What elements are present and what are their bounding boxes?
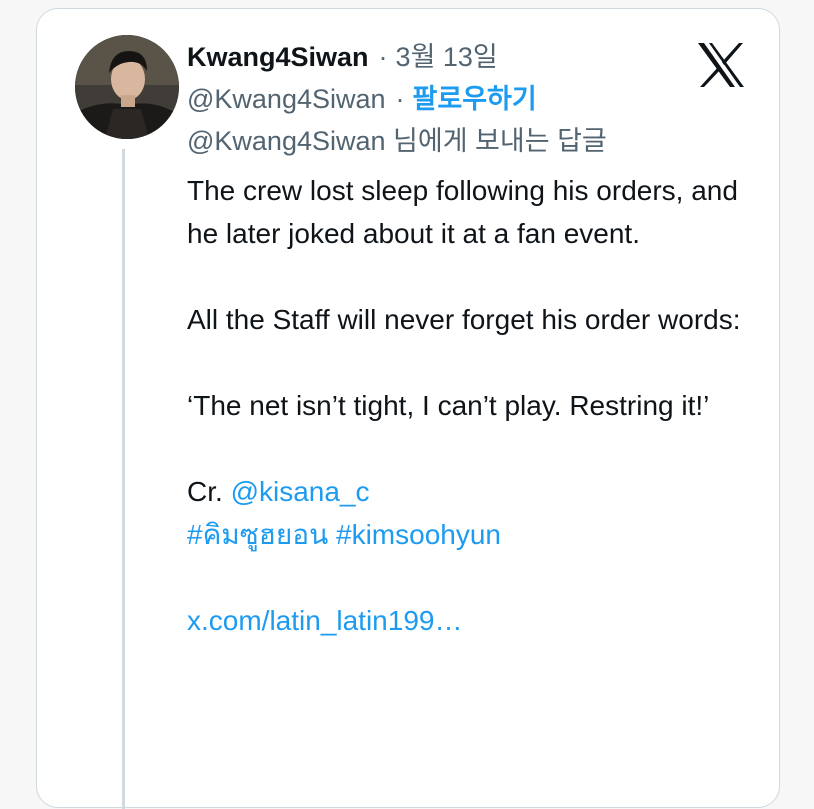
credit-line: Cr. @kisana_c xyxy=(187,470,747,513)
tweet-paragraph: ‘The net isn’t tight, I can’t play. Rest… xyxy=(187,390,710,421)
reply-to-label: @Kwang4Siwan 님에게 보내는 답글 xyxy=(187,126,607,156)
hashtag-link[interactable]: #kimsoohyun xyxy=(336,519,501,550)
hashtag-link[interactable]: #คิมซูฮยอน xyxy=(187,519,328,550)
follow-button[interactable]: 팔로우하기 xyxy=(413,77,537,116)
tweet-content: Kwang4Siwan · 3월 13일 @Kwang4Siwan · 팔로우하… xyxy=(187,35,747,642)
x-logo-icon[interactable] xyxy=(695,39,747,91)
thread-line xyxy=(122,149,125,809)
hashtag-line: #คิมซูฮยอน #kimsoohyun xyxy=(187,513,747,556)
avatar[interactable] xyxy=(75,35,179,139)
reply-to-row: @Kwang4Siwan 님에게 보내는 답글 xyxy=(187,119,747,161)
tweet-body: The crew lost sleep following his orders… xyxy=(187,169,747,642)
display-name[interactable]: Kwang4Siwan xyxy=(187,42,369,73)
separator-dot: · xyxy=(395,84,405,114)
credit-prefix: Cr. xyxy=(187,476,223,507)
tweet-date[interactable]: 3월 13일 xyxy=(396,35,498,74)
tweet-card[interactable]: Kwang4Siwan · 3월 13일 @Kwang4Siwan · 팔로우하… xyxy=(36,8,780,809)
credit-mention-link[interactable]: @kisana_c xyxy=(231,476,370,507)
external-link[interactable]: x.com/latin_latin199… xyxy=(187,605,462,636)
header-row: Kwang4Siwan · 3월 13일 xyxy=(187,35,747,77)
tweet-paragraph: All the Staff will never forget his orde… xyxy=(187,304,741,335)
tweet-paragraph: The crew lost sleep following his orders… xyxy=(187,175,738,249)
separator-dot: · xyxy=(378,42,388,72)
handle-row: @Kwang4Siwan · 팔로우하기 xyxy=(187,77,747,119)
user-handle[interactable]: @Kwang4Siwan xyxy=(187,84,386,115)
